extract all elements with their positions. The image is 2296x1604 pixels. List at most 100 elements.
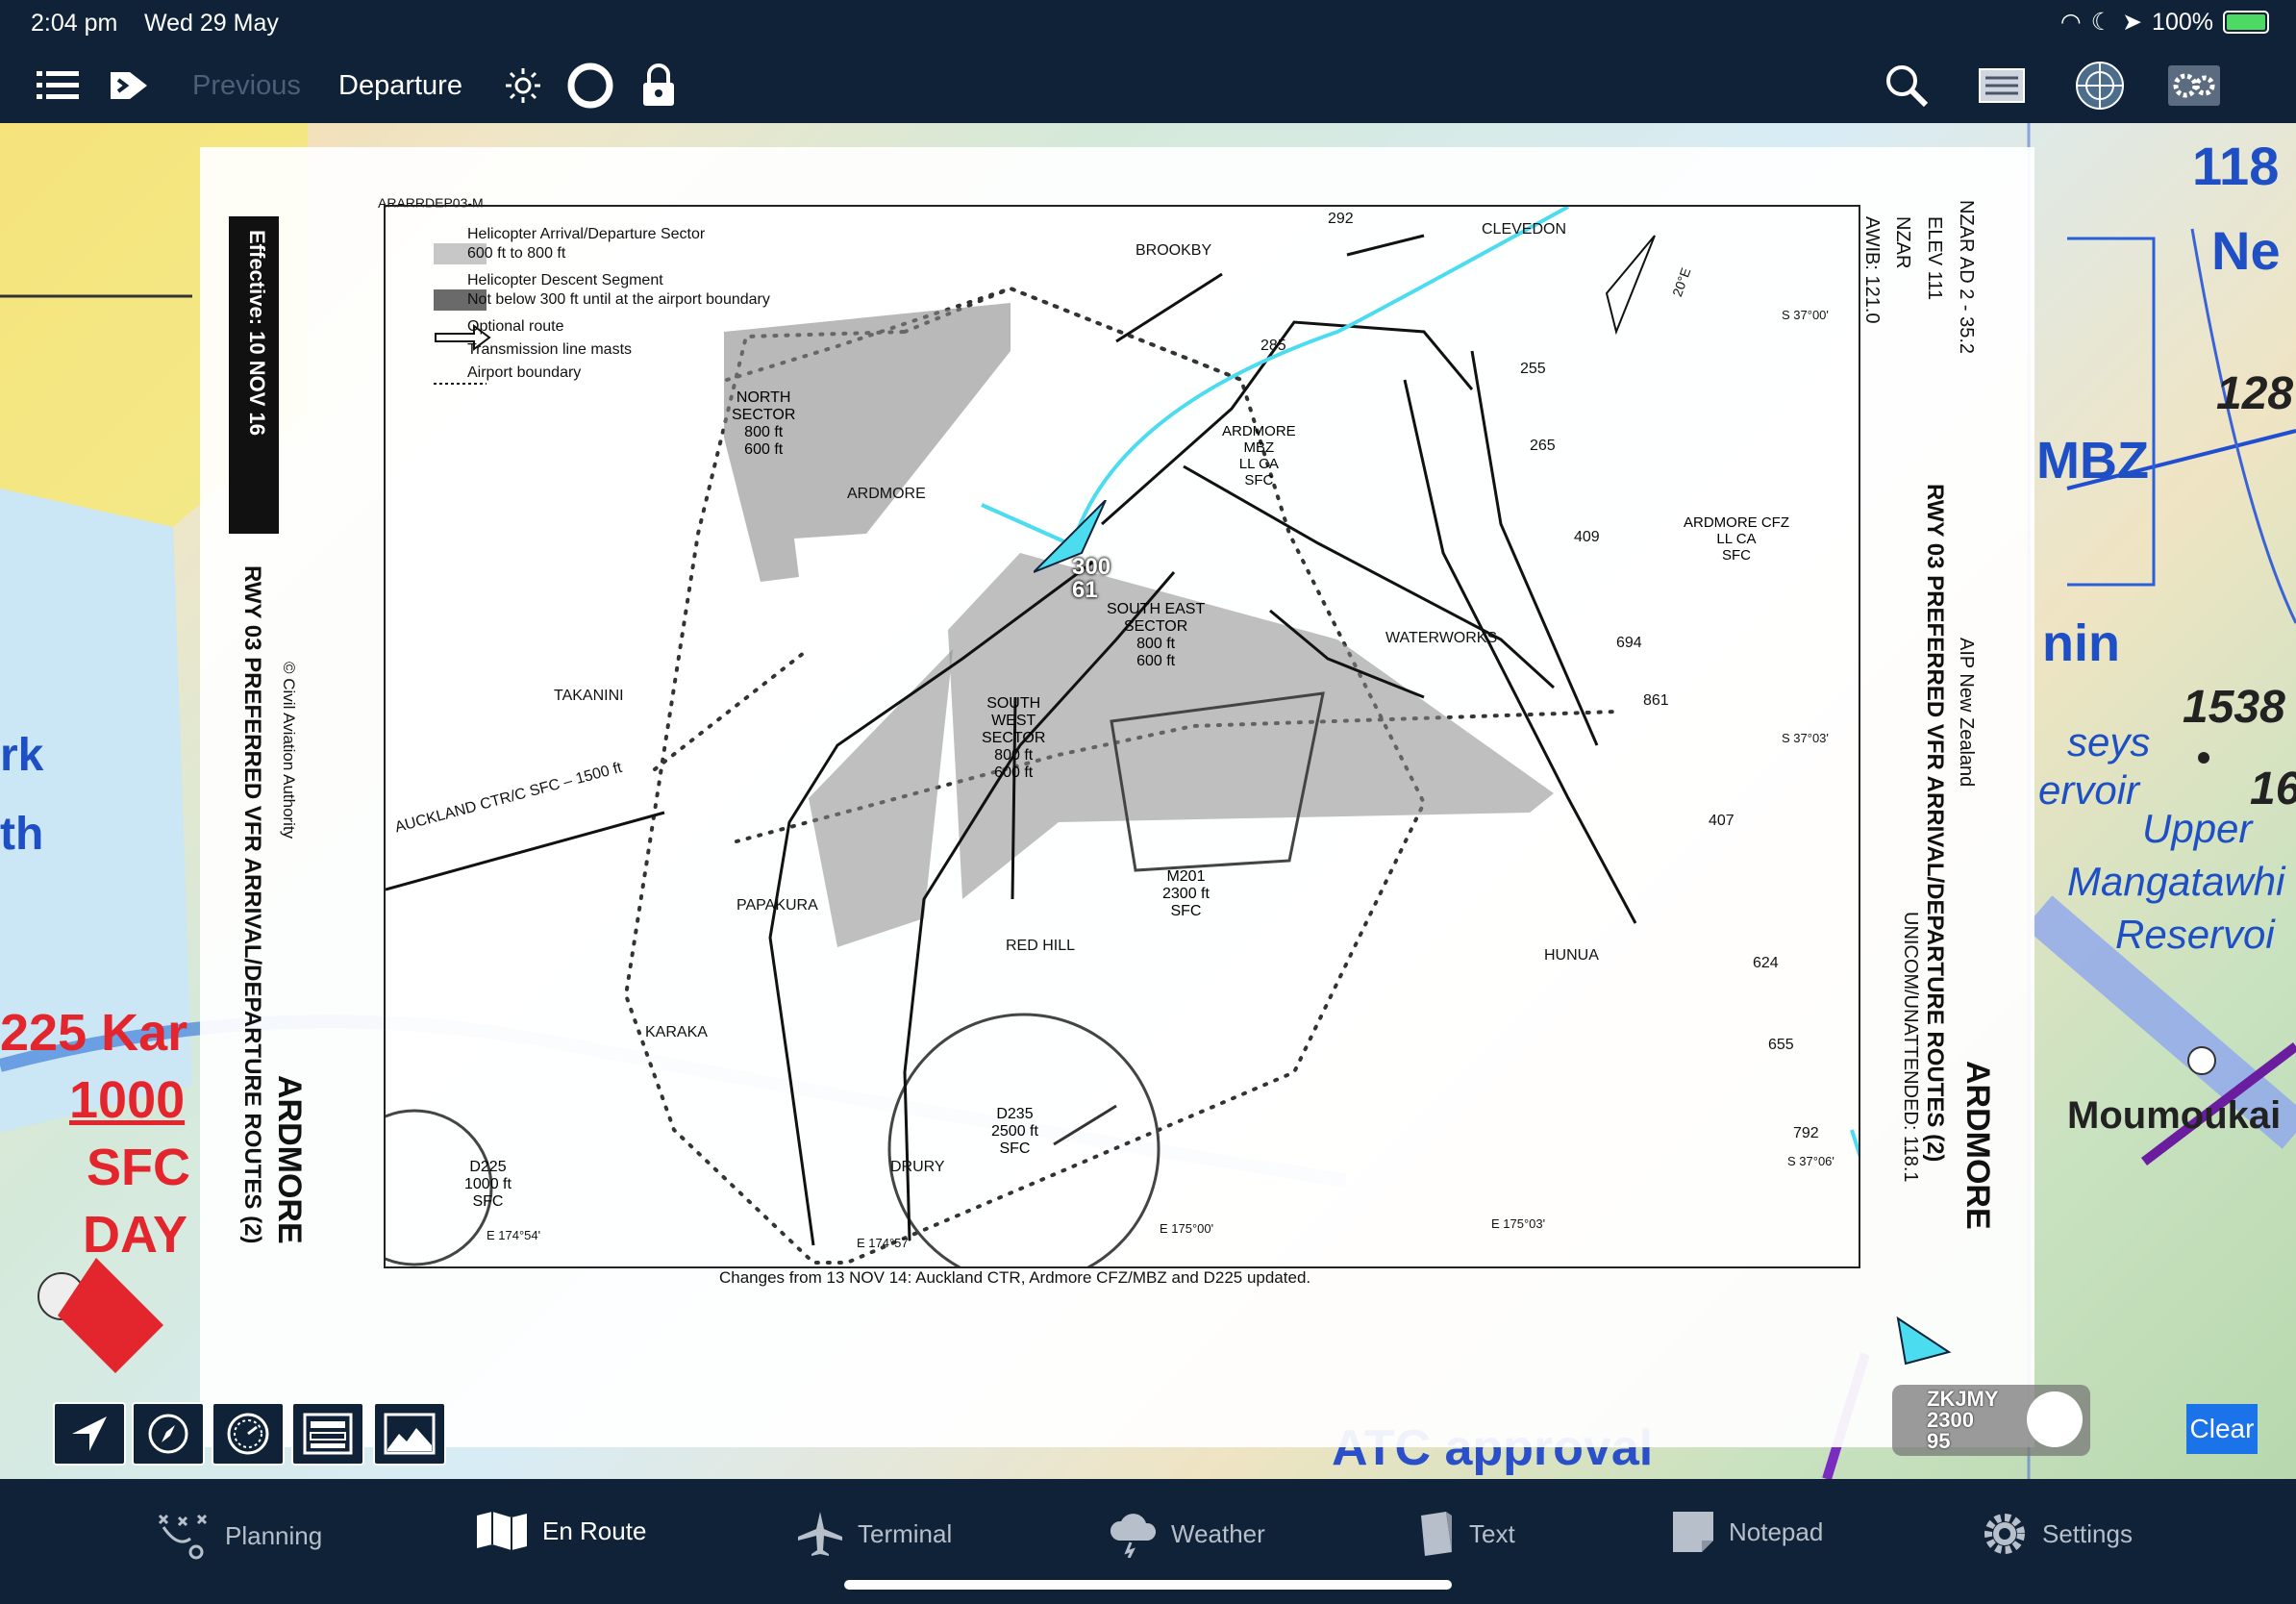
status-date: Wed 29 May xyxy=(144,10,279,37)
terrain-profile-button[interactable] xyxy=(373,1402,446,1466)
map-label: Moumoukai xyxy=(2067,1094,2282,1137)
tab-label: Weather xyxy=(1171,1518,1265,1548)
track-up-button[interactable] xyxy=(53,1402,126,1466)
search-button[interactable] xyxy=(1880,58,1934,113)
tab-label: Settings xyxy=(2042,1518,2133,1548)
tab-settings[interactable]: Settings xyxy=(1981,1510,2133,1558)
battery-icon xyxy=(2223,11,2269,34)
brightness-button[interactable] xyxy=(500,58,546,113)
map-label: rk xyxy=(0,730,44,781)
departure-button[interactable]: Departure xyxy=(338,58,462,113)
battery-label: 100% xyxy=(2152,8,2213,36)
status-time: 2:04 pm xyxy=(31,10,118,37)
tab-text[interactable]: Text xyxy=(1417,1510,1515,1558)
radar-icon xyxy=(2076,62,2124,110)
terrain-profile-icon xyxy=(384,1413,436,1455)
place-label: WATERWORKS xyxy=(1385,630,1498,646)
map-label: nin xyxy=(2042,614,2120,672)
mast-height: 409 xyxy=(1574,529,1600,545)
settings-gears-button[interactable] xyxy=(2165,58,2223,113)
ownship-speed: 61 xyxy=(1072,577,1098,603)
place-label: BROOKBY xyxy=(1136,242,1212,259)
map-label: ervoir xyxy=(2038,767,2140,813)
place-label: RED HILL xyxy=(1006,938,1076,954)
instruments-button[interactable] xyxy=(212,1402,285,1466)
map-label: Reservoi xyxy=(2115,912,2275,957)
list-button[interactable] xyxy=(33,58,83,113)
panel-layout-button[interactable] xyxy=(291,1402,364,1466)
panel-layout-icon xyxy=(303,1413,353,1455)
location-arrow-icon: ➤ xyxy=(2122,9,2143,36)
tab-label: Planning xyxy=(225,1520,323,1550)
tab-bar: Planning En Route Terminal Weather Text … xyxy=(0,1479,2296,1604)
tab-label: En Route xyxy=(542,1516,647,1545)
map-label: th xyxy=(0,809,44,860)
tab-terminal[interactable]: Terminal xyxy=(796,1510,952,1558)
planning-icon xyxy=(158,1514,208,1560)
sun-icon xyxy=(506,68,540,103)
traffic-callsign: ZKJMY xyxy=(1927,1387,1999,1411)
toggle-knob[interactable] xyxy=(2027,1391,2083,1447)
map-label: SFC xyxy=(87,1139,190,1196)
radar-button[interactable] xyxy=(2071,58,2129,113)
search-icon xyxy=(1886,65,1929,108)
coord-label: E 175°00' xyxy=(1160,1221,1214,1236)
help-button[interactable] xyxy=(565,58,615,113)
compass-button[interactable] xyxy=(132,1402,205,1466)
mast-height: 792 xyxy=(1793,1125,1819,1141)
legend-item: Airport boundary xyxy=(467,364,582,381)
layers-button[interactable] xyxy=(1973,58,2031,113)
tab-weather[interactable]: Weather xyxy=(1108,1510,1265,1558)
coord-label: S 37°00' xyxy=(1782,308,1829,322)
map-label: 118 xyxy=(2192,136,2280,196)
mast-height: 861 xyxy=(1643,692,1669,709)
traffic-speed: 95 xyxy=(1927,1429,1951,1453)
document-icon xyxy=(1421,1512,1452,1556)
gears-icon xyxy=(2168,65,2220,106)
traffic-altitude: 2300 xyxy=(1927,1408,1974,1432)
plate-nzar-ad: NZAR AD 2 - 35.2 xyxy=(1956,200,1977,355)
map-icon xyxy=(477,1512,527,1550)
plate-unicom: UNICOM/UNATTENDED: 118.1 xyxy=(1900,912,1921,1183)
map-label: 1538 xyxy=(2183,682,2285,733)
previous-button[interactable]: Previous xyxy=(192,58,301,113)
cloud-icon xyxy=(1110,1514,1157,1558)
top-toolbar: Previous Departure xyxy=(0,48,2296,123)
tab-en-route[interactable]: En Route xyxy=(475,1510,646,1552)
effective-box: Effective: 10 NOV 16 xyxy=(229,216,279,534)
plate-title-left: RWY 03 PREFERRED VFR ARRIVAL/DEPARTURE R… xyxy=(239,565,265,1244)
m201-label: M201 2300 ft SFC xyxy=(1162,868,1210,919)
plate-title-right: RWY 03 PREFERRED VFR ARRIVAL/DEPARTURE R… xyxy=(1922,484,1948,1163)
airplane-icon xyxy=(798,1512,842,1556)
map-label: Mangatawhi xyxy=(2067,859,2285,904)
coord-label: S 37°03' xyxy=(1782,731,1829,745)
map-label: seys xyxy=(2067,719,2151,764)
traffic-target[interactable] xyxy=(1896,1314,1954,1376)
ownship-altitude: 300 xyxy=(1072,554,1111,580)
status-right: ◠ ☾ ➤ 100% xyxy=(2060,8,2269,37)
procedure-button[interactable] xyxy=(104,58,154,113)
clear-button[interactable]: Clear xyxy=(2186,1404,2258,1454)
tab-planning[interactable]: Planning xyxy=(154,1510,322,1562)
status-bar: 2:04 pm Wed 29 May ◠ ☾ ➤ 100% xyxy=(0,0,2296,48)
map-view[interactable]: 118 128 1538 16 Moumoukai Upper Mangataw… xyxy=(0,123,2296,1479)
traffic-panel[interactable]: ZKJMY 2300 95 xyxy=(1892,1385,2090,1456)
coord-label: E 174°54' xyxy=(487,1228,541,1242)
plate-changes: Changes from 13 NOV 14: Auckland CTR, Ar… xyxy=(719,1268,1311,1287)
map-label: 225 Kar xyxy=(0,1004,188,1062)
mast-height: 255 xyxy=(1520,361,1546,377)
effective-date: Effective: 10 NOV 16 xyxy=(245,230,269,436)
tab-label: Text xyxy=(1469,1518,1515,1548)
tab-label: Notepad xyxy=(1729,1516,1824,1546)
list-icon xyxy=(37,71,79,99)
lock-button[interactable] xyxy=(636,58,681,113)
notepad-icon xyxy=(1673,1512,1713,1552)
moon-icon: ☾ xyxy=(2090,9,2113,36)
tab-notepad[interactable]: Notepad xyxy=(1671,1510,1823,1554)
route-chart: Helicopter Arrival/Departure Sector 600 … xyxy=(384,205,1860,1268)
tab-label: Terminal xyxy=(858,1518,953,1548)
map-label: DAY xyxy=(83,1206,188,1264)
map-label: 16 xyxy=(2250,764,2296,815)
gear-icon xyxy=(1984,1514,2025,1554)
approach-plate[interactable]: ARARRDEP03-M Effective: 10 NOV 16 RWY 03… xyxy=(200,147,2034,1447)
